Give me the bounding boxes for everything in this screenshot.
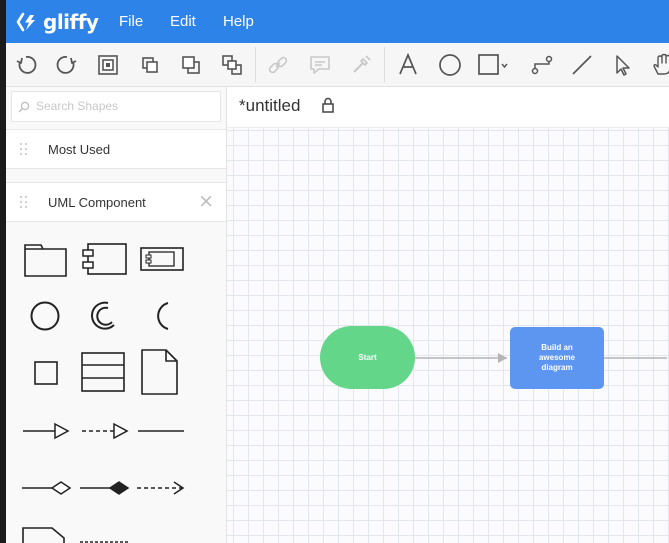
panel-title: Most Used	[48, 142, 111, 157]
undo-icon[interactable]	[12, 51, 40, 79]
interface-circle-shape[interactable]	[26, 297, 64, 335]
gliffy-logo-icon	[16, 12, 35, 32]
menu-help[interactable]: Help	[223, 13, 254, 30]
toolbar	[6, 43, 669, 87]
pointer-tool-icon[interactable]	[609, 51, 637, 79]
bring-forward-icon[interactable]	[136, 51, 164, 79]
drag-handle-icon[interactable]	[20, 196, 32, 208]
component-alt-shape[interactable]	[137, 239, 187, 279]
send-backward-icon[interactable]	[177, 51, 205, 79]
document-title[interactable]: *untitled	[239, 96, 300, 116]
process-node[interactable]: Build an awesome diagram	[510, 327, 604, 389]
line-tool-icon[interactable]	[568, 51, 596, 79]
diagram-canvas[interactable]: Start Build an awesome diagram	[227, 128, 669, 543]
association-connector[interactable]	[136, 419, 186, 443]
panel-uml-component[interactable]: UML Component ×	[6, 182, 226, 222]
logo-text: gliffy	[43, 10, 99, 34]
toolbar-separator	[384, 47, 385, 82]
search-shapes-input[interactable]	[36, 96, 212, 116]
comment-icon[interactable]	[306, 51, 334, 79]
gliffy-app: gliffy File Edit Help Search Shapes Most…	[6, 0, 669, 543]
class-shape[interactable]	[79, 349, 127, 395]
text-tool-icon[interactable]	[394, 51, 422, 79]
hand-tool-icon[interactable]	[649, 51, 669, 79]
connector-arrowhead	[498, 353, 507, 363]
ellipse-tool-icon[interactable]	[436, 51, 464, 79]
document-title-bar: *untitled	[227, 87, 669, 128]
search-box	[11, 91, 221, 122]
close-icon[interactable]: ×	[198, 192, 214, 211]
dashed-dependency-connector[interactable]	[80, 419, 130, 443]
component-shape[interactable]	[78, 237, 130, 281]
note-shape[interactable]	[20, 525, 72, 543]
redo-icon[interactable]	[53, 51, 81, 79]
link-icon[interactable]	[264, 51, 292, 79]
lock-icon[interactable]	[321, 97, 335, 113]
connector-tool-icon[interactable]	[528, 51, 556, 79]
menu-file[interactable]: File	[119, 13, 143, 30]
dependency-connector[interactable]	[21, 419, 71, 443]
dotted-line-shape[interactable]	[78, 533, 130, 543]
bring-to-front-icon[interactable]	[94, 51, 122, 79]
socket-shape[interactable]	[142, 297, 180, 335]
required-interface-shape[interactable]	[84, 297, 122, 335]
toolbar-separator	[255, 47, 256, 82]
port-shape[interactable]	[28, 355, 64, 391]
panel-title: UML Component	[48, 195, 146, 210]
panel-most-used[interactable]: Most Used	[6, 129, 226, 169]
style-picker-icon[interactable]	[347, 51, 375, 79]
rectangle-tool-icon[interactable]	[476, 51, 512, 79]
menu-bar: gliffy File Edit Help	[6, 0, 669, 43]
composition-connector[interactable]	[78, 476, 130, 500]
aggregation-connector[interactable]	[20, 476, 72, 500]
shape-library-sidebar: Most Used UML Component ×	[6, 87, 227, 543]
start-node[interactable]: Start	[320, 326, 415, 389]
search-icon	[18, 101, 30, 113]
artifact-shape[interactable]	[138, 347, 180, 397]
gliffy-logo[interactable]: gliffy	[16, 8, 99, 36]
drag-handle-icon[interactable]	[20, 143, 32, 155]
package-shape[interactable]	[20, 237, 70, 281]
menu-edit[interactable]: Edit	[170, 13, 196, 30]
dashed-open-arrow-connector[interactable]	[135, 476, 187, 500]
send-to-back-icon[interactable]	[218, 51, 246, 79]
